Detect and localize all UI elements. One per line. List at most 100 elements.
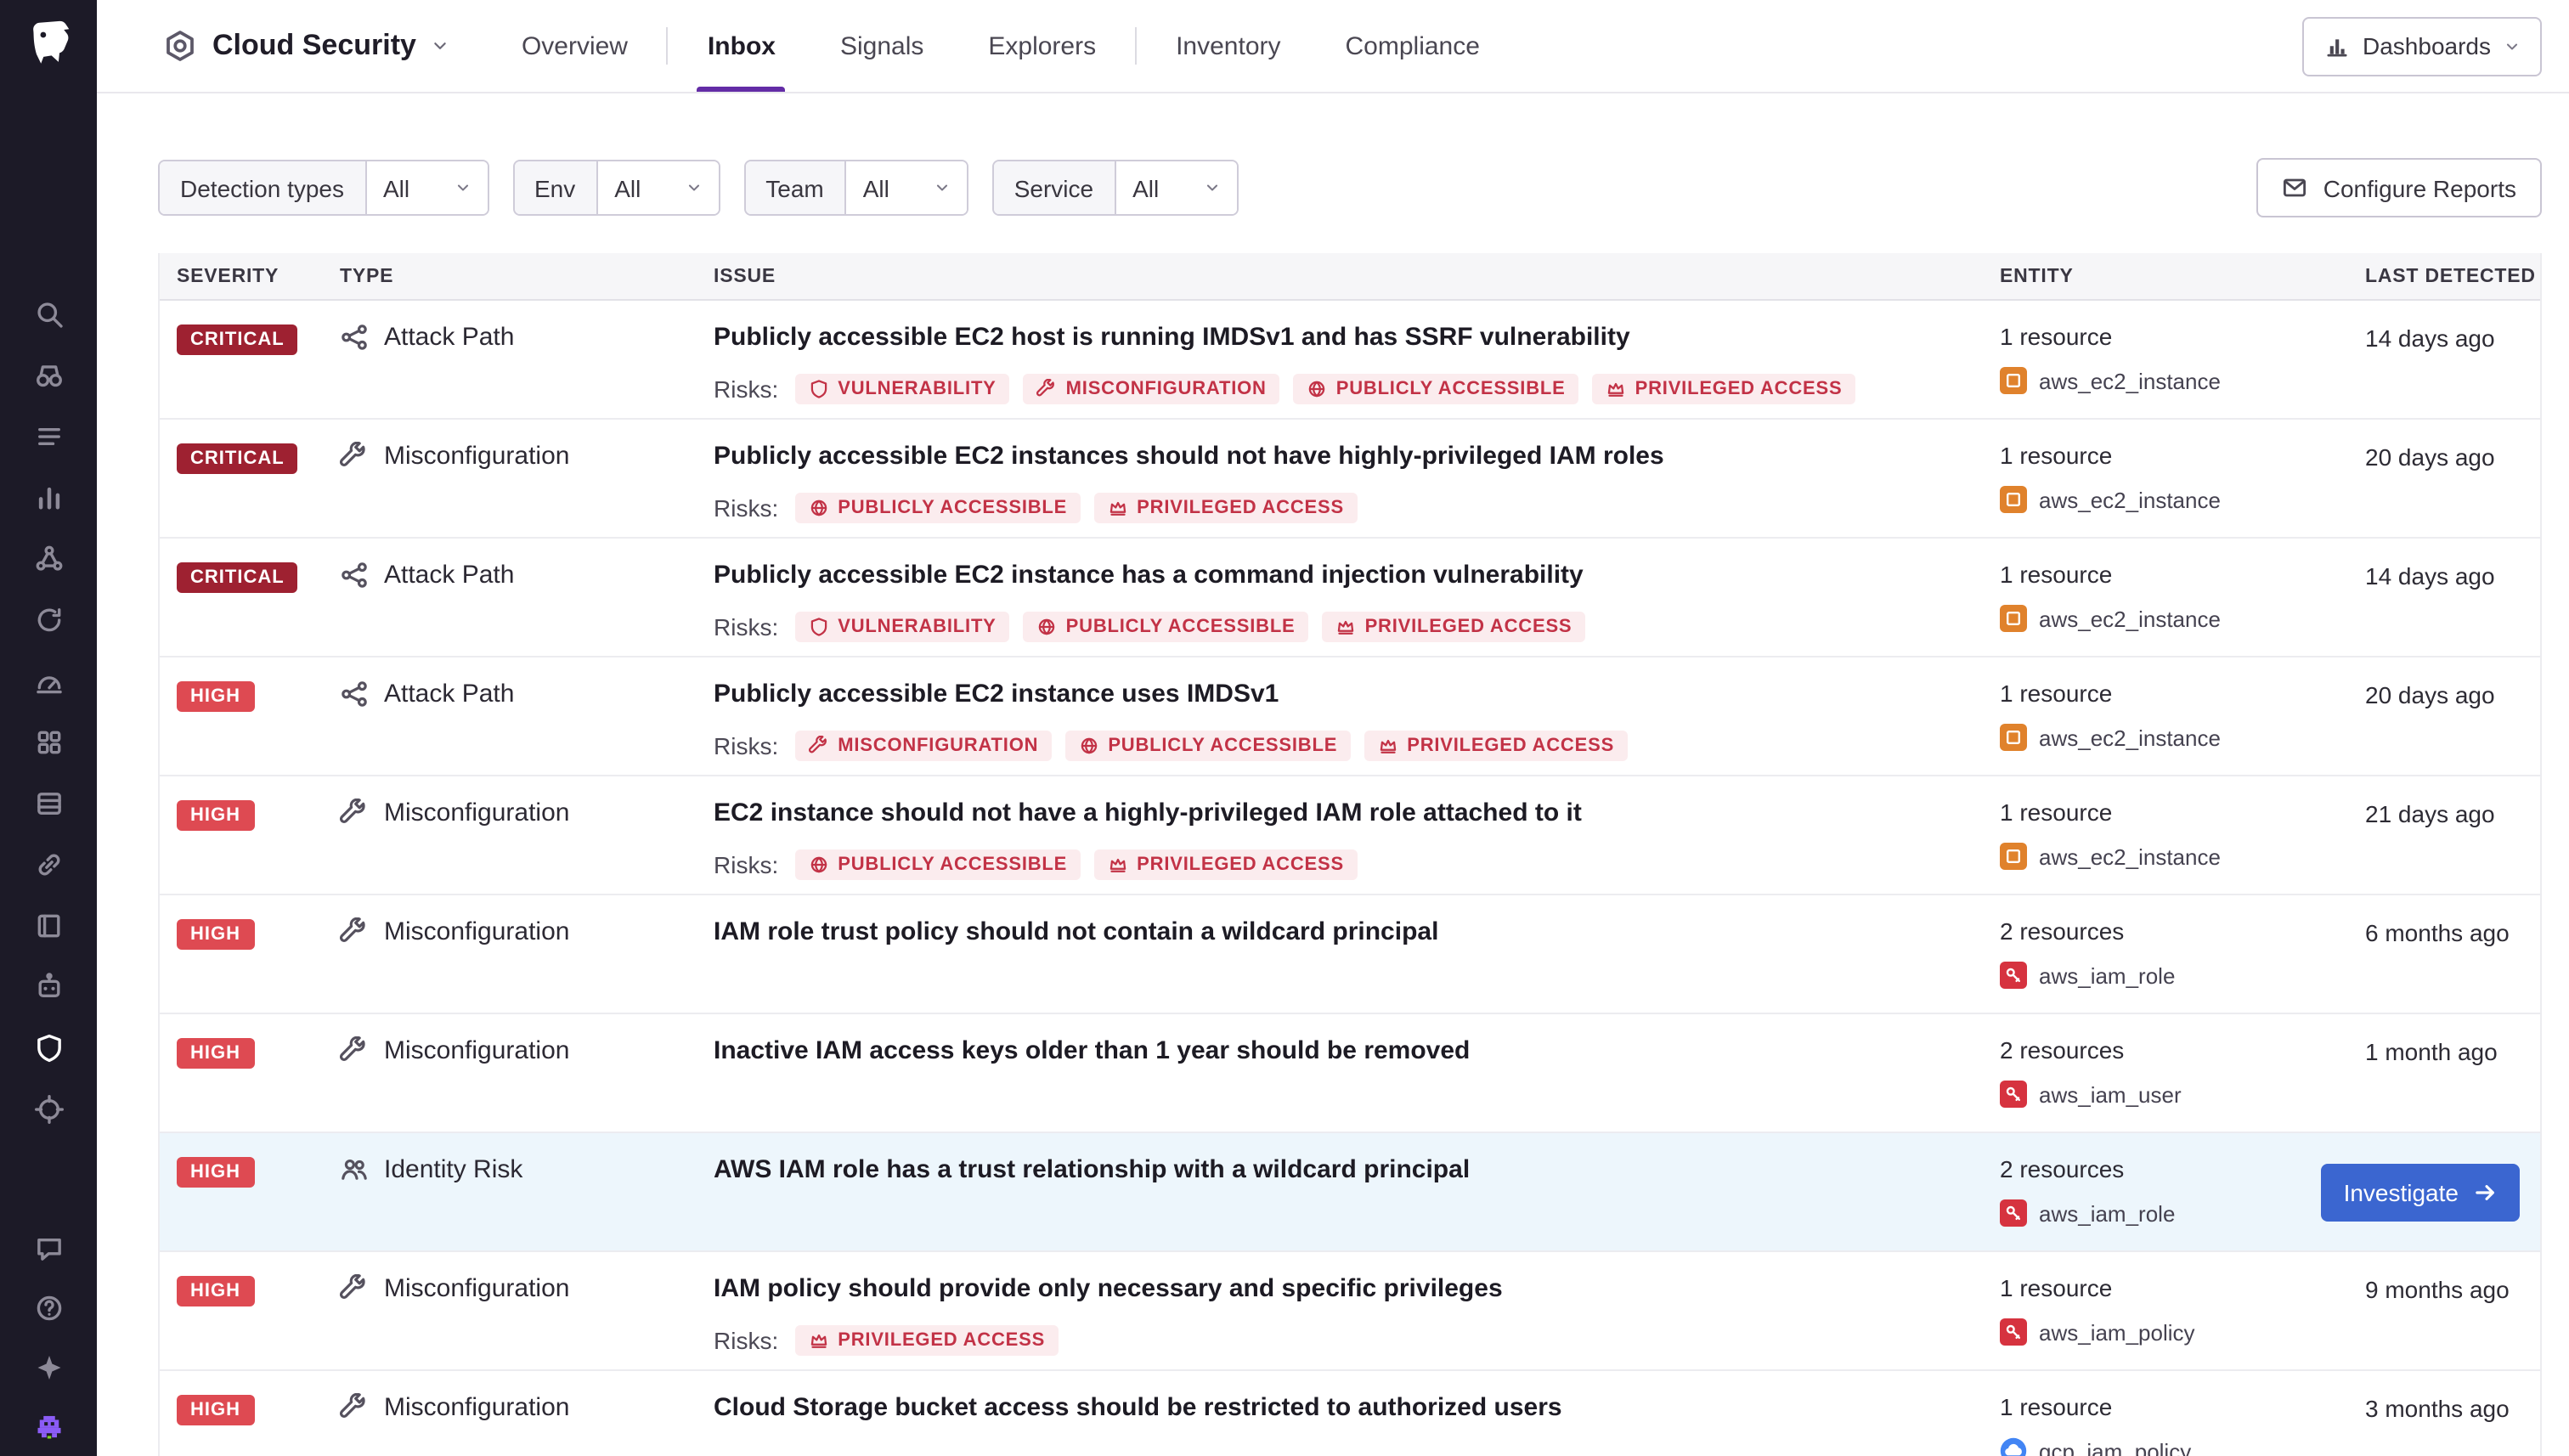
synthetics-icon[interactable] [33,605,64,635]
bits-ai-icon[interactable] [33,972,64,1002]
globe-icon [809,498,829,518]
issue-title[interactable]: AWS IAM role has a trust relationship wi… [714,1155,2000,1186]
entity-row[interactable]: aws_iam_user [2000,1081,2365,1108]
entity-row[interactable]: aws_iam_policy [2000,1318,2365,1346]
entity-row[interactable]: aws_ec2_instance [2000,605,2365,632]
tab-signals[interactable]: Signals [808,0,956,92]
issue-row[interactable]: HIGHMisconfigurationIAM policy should pr… [160,1252,2540,1371]
filter-bar: Detection typesAllEnvAllTeamAllServiceAl… [158,158,2542,217]
risk-chip: PUBLICLY ACCESSIBLE [1294,374,1579,404]
entity-row[interactable]: aws_ec2_instance [2000,486,2365,513]
whats-new-icon[interactable] [33,1352,64,1383]
integrations-icon[interactable] [33,727,64,758]
metrics-icon[interactable] [33,483,64,513]
issue-row[interactable]: HIGHIdentity RiskAWS IAM role has a trus… [160,1133,2540,1252]
monitors-icon[interactable] [33,666,64,697]
tab-overview[interactable]: Overview [489,0,660,92]
issue-row[interactable]: CRITICALMisconfigurationPublicly accessi… [160,420,2540,539]
risk-chip: PRIVILEGED ACCESS [1323,612,1586,642]
scale-wrapper: Cloud Security OverviewInboxSignalsExplo… [0,0,2569,1456]
type-label: Attack Path [384,323,514,352]
entity-row[interactable]: aws_ec2_instance [2000,843,2365,870]
issue-title[interactable]: EC2 instance should not have a highly-pr… [714,799,2000,829]
investigate-button[interactable]: Investigate [2322,1163,2520,1221]
wrench-icon [340,1274,369,1303]
column-header-issue: ISSUE [714,266,2000,286]
type-label: Misconfiguration [384,1274,569,1303]
issue-title[interactable]: Cloud Storage bucket access should be re… [714,1393,2000,1424]
last-detected [2365,1155,2540,1157]
aws-ec2-icon [2000,486,2027,513]
risk-list: Risks:PUBLICLY ACCESSIBLEPRIVILEGED ACCE… [714,849,2000,880]
entity-row[interactable]: aws_iam_role [2000,1199,2365,1227]
filter-env[interactable]: EnvAll [512,160,720,216]
dashboards-button[interactable]: Dashboards [2301,16,2542,76]
issue-title[interactable]: Publicly accessible EC2 instance uses IM… [714,680,2000,710]
column-header-type: TYPE [340,266,714,286]
risk-chip-label: PRIVILEGED ACCESS [1365,617,1572,637]
issue-title[interactable]: Publicly accessible EC2 instance has a c… [714,561,2000,591]
type-cell: Misconfiguration [340,799,714,827]
issue-title[interactable]: Publicly accessible EC2 instances should… [714,442,2000,472]
crown-icon [1108,855,1128,875]
severity-cell: HIGH [177,1393,340,1425]
ci-pipelines-icon[interactable] [33,788,64,819]
filter-service[interactable]: ServiceAll [992,160,1238,216]
entity-row[interactable]: aws_iam_role [2000,962,2365,989]
issue-title[interactable]: IAM role trust policy should not contain… [714,917,2000,948]
user-avatar[interactable] [33,1412,64,1442]
entity-cell: 2 resourcesaws_iam_role [2000,917,2365,989]
aws-ec2-icon [2000,605,2027,632]
watchdog-icon[interactable] [33,360,64,391]
issue-title[interactable]: Inactive IAM access keys older than 1 ye… [714,1036,2000,1067]
issue-row[interactable]: CRITICALAttack PathPublicly accessible E… [160,301,2540,420]
tab-inbox[interactable]: Inbox [675,0,808,92]
tab-explorers[interactable]: Explorers [956,0,1128,92]
feedback-icon[interactable] [33,1233,64,1264]
help-icon[interactable] [33,1293,64,1323]
severity-badge: HIGH [177,681,254,712]
entity-row[interactable]: aws_ec2_instance [2000,724,2365,751]
issue-row[interactable]: HIGHMisconfigurationIAM role trust polic… [160,895,2540,1014]
issues-table-body: CRITICAL Attack Path Publicly accessible E… [160,301,2540,1456]
filter-value-select[interactable]: All [596,161,718,214]
datadog-logo[interactable] [23,17,74,68]
type-label: Misconfiguration [384,1036,569,1065]
dashboard-icon [2323,33,2349,59]
security-icon[interactable] [33,1033,64,1064]
entity-row[interactable]: gcp_iam_policy [2000,1437,2365,1456]
issue-cell: EC2 instance should not have a highly-pr… [714,799,2000,880]
service-map-icon[interactable] [33,544,64,574]
issue-row[interactable]: HIGHAttack PathPublicly accessible EC2 i… [160,657,2540,776]
product-switcher[interactable]: Cloud Security [163,0,449,92]
entity-cell: 1 resourcegcp_iam_policy [2000,1393,2365,1456]
issue-row[interactable]: HIGHMisconfigurationEC2 instance should … [160,776,2540,895]
type-cell: Misconfiguration [340,1393,714,1422]
issue-row[interactable]: HIGHMisconfigurationInactive IAM access … [160,1014,2540,1133]
vulnerability-icon [809,617,829,637]
issue-title[interactable]: Publicly accessible EC2 host is running … [714,323,2000,353]
issue-row[interactable]: CRITICALAttack PathPublicly accessible E… [160,539,2540,657]
resource-count: 2 resources [2000,1155,2365,1182]
filter-value-select[interactable]: All [364,161,487,214]
filter-value-select[interactable]: All [844,161,967,214]
severity-badge: CRITICAL [177,443,298,474]
issue-title[interactable]: IAM policy should provide only necessary… [714,1274,2000,1305]
risk-chip: PRIVILEGED ACCESS [1094,849,1358,880]
configure-reports-button[interactable]: Configure Reports [2257,158,2542,217]
filter-detection-types[interactable]: Detection typesAll [158,160,488,216]
filter-team[interactable]: TeamAll [743,160,968,216]
apm-icon[interactable] [33,849,64,880]
notebooks-icon[interactable] [33,911,64,941]
issue-row[interactable]: HIGHMisconfigurationCloud Storage bucket… [160,1371,2540,1456]
filter-label: Service [994,161,1114,214]
risk-chip-label: PRIVILEGED ACCESS [838,1330,1045,1351]
observability-icon[interactable] [33,1094,64,1125]
tab-inventory[interactable]: Inventory [1143,0,1313,92]
search-icon[interactable] [33,299,64,330]
entity-row[interactable]: aws_ec2_instance [2000,367,2365,394]
filter-value-select[interactable]: All [1114,161,1236,214]
tab-compliance[interactable]: Compliance [1313,0,1512,92]
logs-icon[interactable] [33,421,64,452]
issue-cell: Publicly accessible EC2 instance uses IM… [714,680,2000,761]
